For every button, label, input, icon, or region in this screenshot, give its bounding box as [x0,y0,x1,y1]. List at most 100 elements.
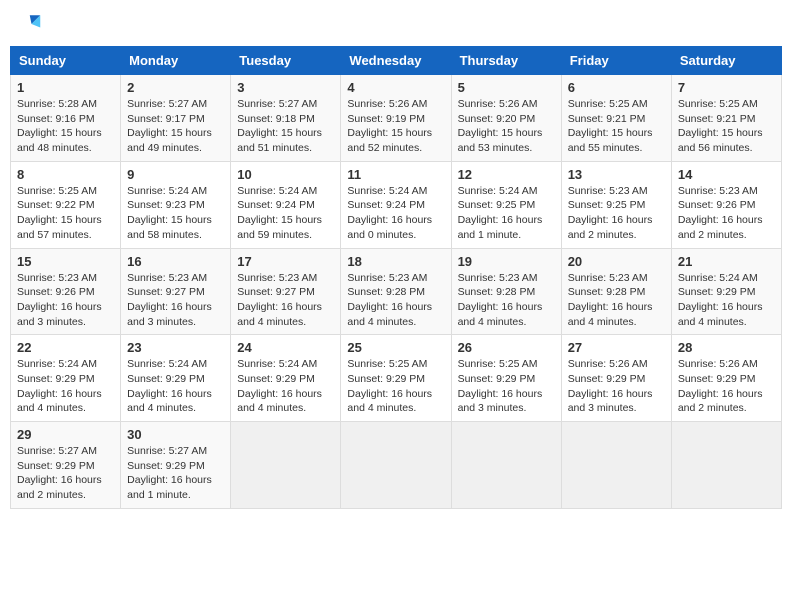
day-info: Sunrise: 5:23 AMSunset: 9:26 PMDaylight:… [678,185,763,241]
day-number: 5 [458,80,555,95]
calendar-weekday-header: Monday [121,47,231,75]
day-info: Sunrise: 5:26 AMSunset: 9:29 PMDaylight:… [568,358,653,414]
calendar-cell: 28 Sunrise: 5:26 AMSunset: 9:29 PMDaylig… [671,335,781,422]
logo [14,10,46,38]
calendar-week-row: 8 Sunrise: 5:25 AMSunset: 9:22 PMDayligh… [11,161,782,248]
day-info: Sunrise: 5:27 AMSunset: 9:18 PMDaylight:… [237,98,322,154]
calendar-weekday-header: Tuesday [231,47,341,75]
day-number: 24 [237,340,334,355]
calendar-week-row: 22 Sunrise: 5:24 AMSunset: 9:29 PMDaylig… [11,335,782,422]
day-number: 25 [347,340,444,355]
calendar-cell: 5 Sunrise: 5:26 AMSunset: 9:20 PMDayligh… [451,75,561,162]
calendar-cell [231,422,341,509]
calendar-cell [341,422,451,509]
calendar-body: 1 Sunrise: 5:28 AMSunset: 9:16 PMDayligh… [11,75,782,509]
calendar-cell: 26 Sunrise: 5:25 AMSunset: 9:29 PMDaylig… [451,335,561,422]
day-info: Sunrise: 5:25 AMSunset: 9:21 PMDaylight:… [678,98,763,154]
page-header [10,10,782,38]
day-number: 28 [678,340,775,355]
day-number: 29 [17,427,114,442]
calendar-cell: 18 Sunrise: 5:23 AMSunset: 9:28 PMDaylig… [341,248,451,335]
day-info: Sunrise: 5:23 AMSunset: 9:27 PMDaylight:… [127,272,212,328]
calendar-cell: 13 Sunrise: 5:23 AMSunset: 9:25 PMDaylig… [561,161,671,248]
day-info: Sunrise: 5:27 AMSunset: 9:17 PMDaylight:… [127,98,212,154]
day-number: 21 [678,254,775,269]
day-info: Sunrise: 5:23 AMSunset: 9:27 PMDaylight:… [237,272,322,328]
day-info: Sunrise: 5:27 AMSunset: 9:29 PMDaylight:… [127,445,212,501]
day-number: 15 [17,254,114,269]
day-info: Sunrise: 5:24 AMSunset: 9:29 PMDaylight:… [17,358,102,414]
day-number: 4 [347,80,444,95]
calendar-cell: 4 Sunrise: 5:26 AMSunset: 9:19 PMDayligh… [341,75,451,162]
day-info: Sunrise: 5:26 AMSunset: 9:19 PMDaylight:… [347,98,432,154]
day-info: Sunrise: 5:24 AMSunset: 9:29 PMDaylight:… [237,358,322,414]
day-info: Sunrise: 5:24 AMSunset: 9:29 PMDaylight:… [127,358,212,414]
day-info: Sunrise: 5:23 AMSunset: 9:26 PMDaylight:… [17,272,102,328]
calendar-weekday-header: Saturday [671,47,781,75]
day-info: Sunrise: 5:23 AMSunset: 9:28 PMDaylight:… [568,272,653,328]
day-info: Sunrise: 5:23 AMSunset: 9:28 PMDaylight:… [347,272,432,328]
day-number: 6 [568,80,665,95]
day-info: Sunrise: 5:26 AMSunset: 9:29 PMDaylight:… [678,358,763,414]
calendar-cell: 24 Sunrise: 5:24 AMSunset: 9:29 PMDaylig… [231,335,341,422]
day-number: 27 [568,340,665,355]
calendar-cell: 30 Sunrise: 5:27 AMSunset: 9:29 PMDaylig… [121,422,231,509]
day-number: 14 [678,167,775,182]
calendar-cell: 11 Sunrise: 5:24 AMSunset: 9:24 PMDaylig… [341,161,451,248]
calendar-cell: 27 Sunrise: 5:26 AMSunset: 9:29 PMDaylig… [561,335,671,422]
day-number: 26 [458,340,555,355]
day-info: Sunrise: 5:25 AMSunset: 9:22 PMDaylight:… [17,185,102,241]
calendar-cell [671,422,781,509]
calendar-cell: 23 Sunrise: 5:24 AMSunset: 9:29 PMDaylig… [121,335,231,422]
day-number: 17 [237,254,334,269]
day-number: 20 [568,254,665,269]
calendar-weekday-header: Thursday [451,47,561,75]
calendar-cell: 16 Sunrise: 5:23 AMSunset: 9:27 PMDaylig… [121,248,231,335]
calendar-week-row: 15 Sunrise: 5:23 AMSunset: 9:26 PMDaylig… [11,248,782,335]
day-number: 22 [17,340,114,355]
calendar-cell: 22 Sunrise: 5:24 AMSunset: 9:29 PMDaylig… [11,335,121,422]
day-number: 11 [347,167,444,182]
calendar-cell: 12 Sunrise: 5:24 AMSunset: 9:25 PMDaylig… [451,161,561,248]
calendar-cell: 25 Sunrise: 5:25 AMSunset: 9:29 PMDaylig… [341,335,451,422]
calendar-cell: 8 Sunrise: 5:25 AMSunset: 9:22 PMDayligh… [11,161,121,248]
day-number: 12 [458,167,555,182]
calendar-weekday-header: Sunday [11,47,121,75]
calendar-cell: 14 Sunrise: 5:23 AMSunset: 9:26 PMDaylig… [671,161,781,248]
calendar-cell: 2 Sunrise: 5:27 AMSunset: 9:17 PMDayligh… [121,75,231,162]
day-number: 30 [127,427,224,442]
day-info: Sunrise: 5:25 AMSunset: 9:29 PMDaylight:… [347,358,432,414]
day-number: 7 [678,80,775,95]
day-number: 3 [237,80,334,95]
day-info: Sunrise: 5:27 AMSunset: 9:29 PMDaylight:… [17,445,102,501]
calendar-cell: 17 Sunrise: 5:23 AMSunset: 9:27 PMDaylig… [231,248,341,335]
day-info: Sunrise: 5:24 AMSunset: 9:25 PMDaylight:… [458,185,543,241]
day-info: Sunrise: 5:24 AMSunset: 9:24 PMDaylight:… [347,185,432,241]
day-number: 16 [127,254,224,269]
day-info: Sunrise: 5:25 AMSunset: 9:21 PMDaylight:… [568,98,653,154]
calendar-week-row: 29 Sunrise: 5:27 AMSunset: 9:29 PMDaylig… [11,422,782,509]
day-info: Sunrise: 5:23 AMSunset: 9:28 PMDaylight:… [458,272,543,328]
day-info: Sunrise: 5:24 AMSunset: 9:24 PMDaylight:… [237,185,322,241]
day-number: 9 [127,167,224,182]
day-number: 8 [17,167,114,182]
calendar-cell: 19 Sunrise: 5:23 AMSunset: 9:28 PMDaylig… [451,248,561,335]
calendar-weekday-header: Friday [561,47,671,75]
calendar-cell: 9 Sunrise: 5:24 AMSunset: 9:23 PMDayligh… [121,161,231,248]
day-info: Sunrise: 5:23 AMSunset: 9:25 PMDaylight:… [568,185,653,241]
calendar-cell: 10 Sunrise: 5:24 AMSunset: 9:24 PMDaylig… [231,161,341,248]
day-info: Sunrise: 5:24 AMSunset: 9:23 PMDaylight:… [127,185,212,241]
day-info: Sunrise: 5:28 AMSunset: 9:16 PMDaylight:… [17,98,102,154]
calendar-cell [561,422,671,509]
calendar-week-row: 1 Sunrise: 5:28 AMSunset: 9:16 PMDayligh… [11,75,782,162]
day-number: 2 [127,80,224,95]
day-number: 19 [458,254,555,269]
calendar-cell: 20 Sunrise: 5:23 AMSunset: 9:28 PMDaylig… [561,248,671,335]
day-number: 10 [237,167,334,182]
calendar-weekday-header: Wednesday [341,47,451,75]
day-number: 1 [17,80,114,95]
day-number: 18 [347,254,444,269]
calendar-cell: 29 Sunrise: 5:27 AMSunset: 9:29 PMDaylig… [11,422,121,509]
calendar-cell: 21 Sunrise: 5:24 AMSunset: 9:29 PMDaylig… [671,248,781,335]
calendar-header-row: SundayMondayTuesdayWednesdayThursdayFrid… [11,47,782,75]
